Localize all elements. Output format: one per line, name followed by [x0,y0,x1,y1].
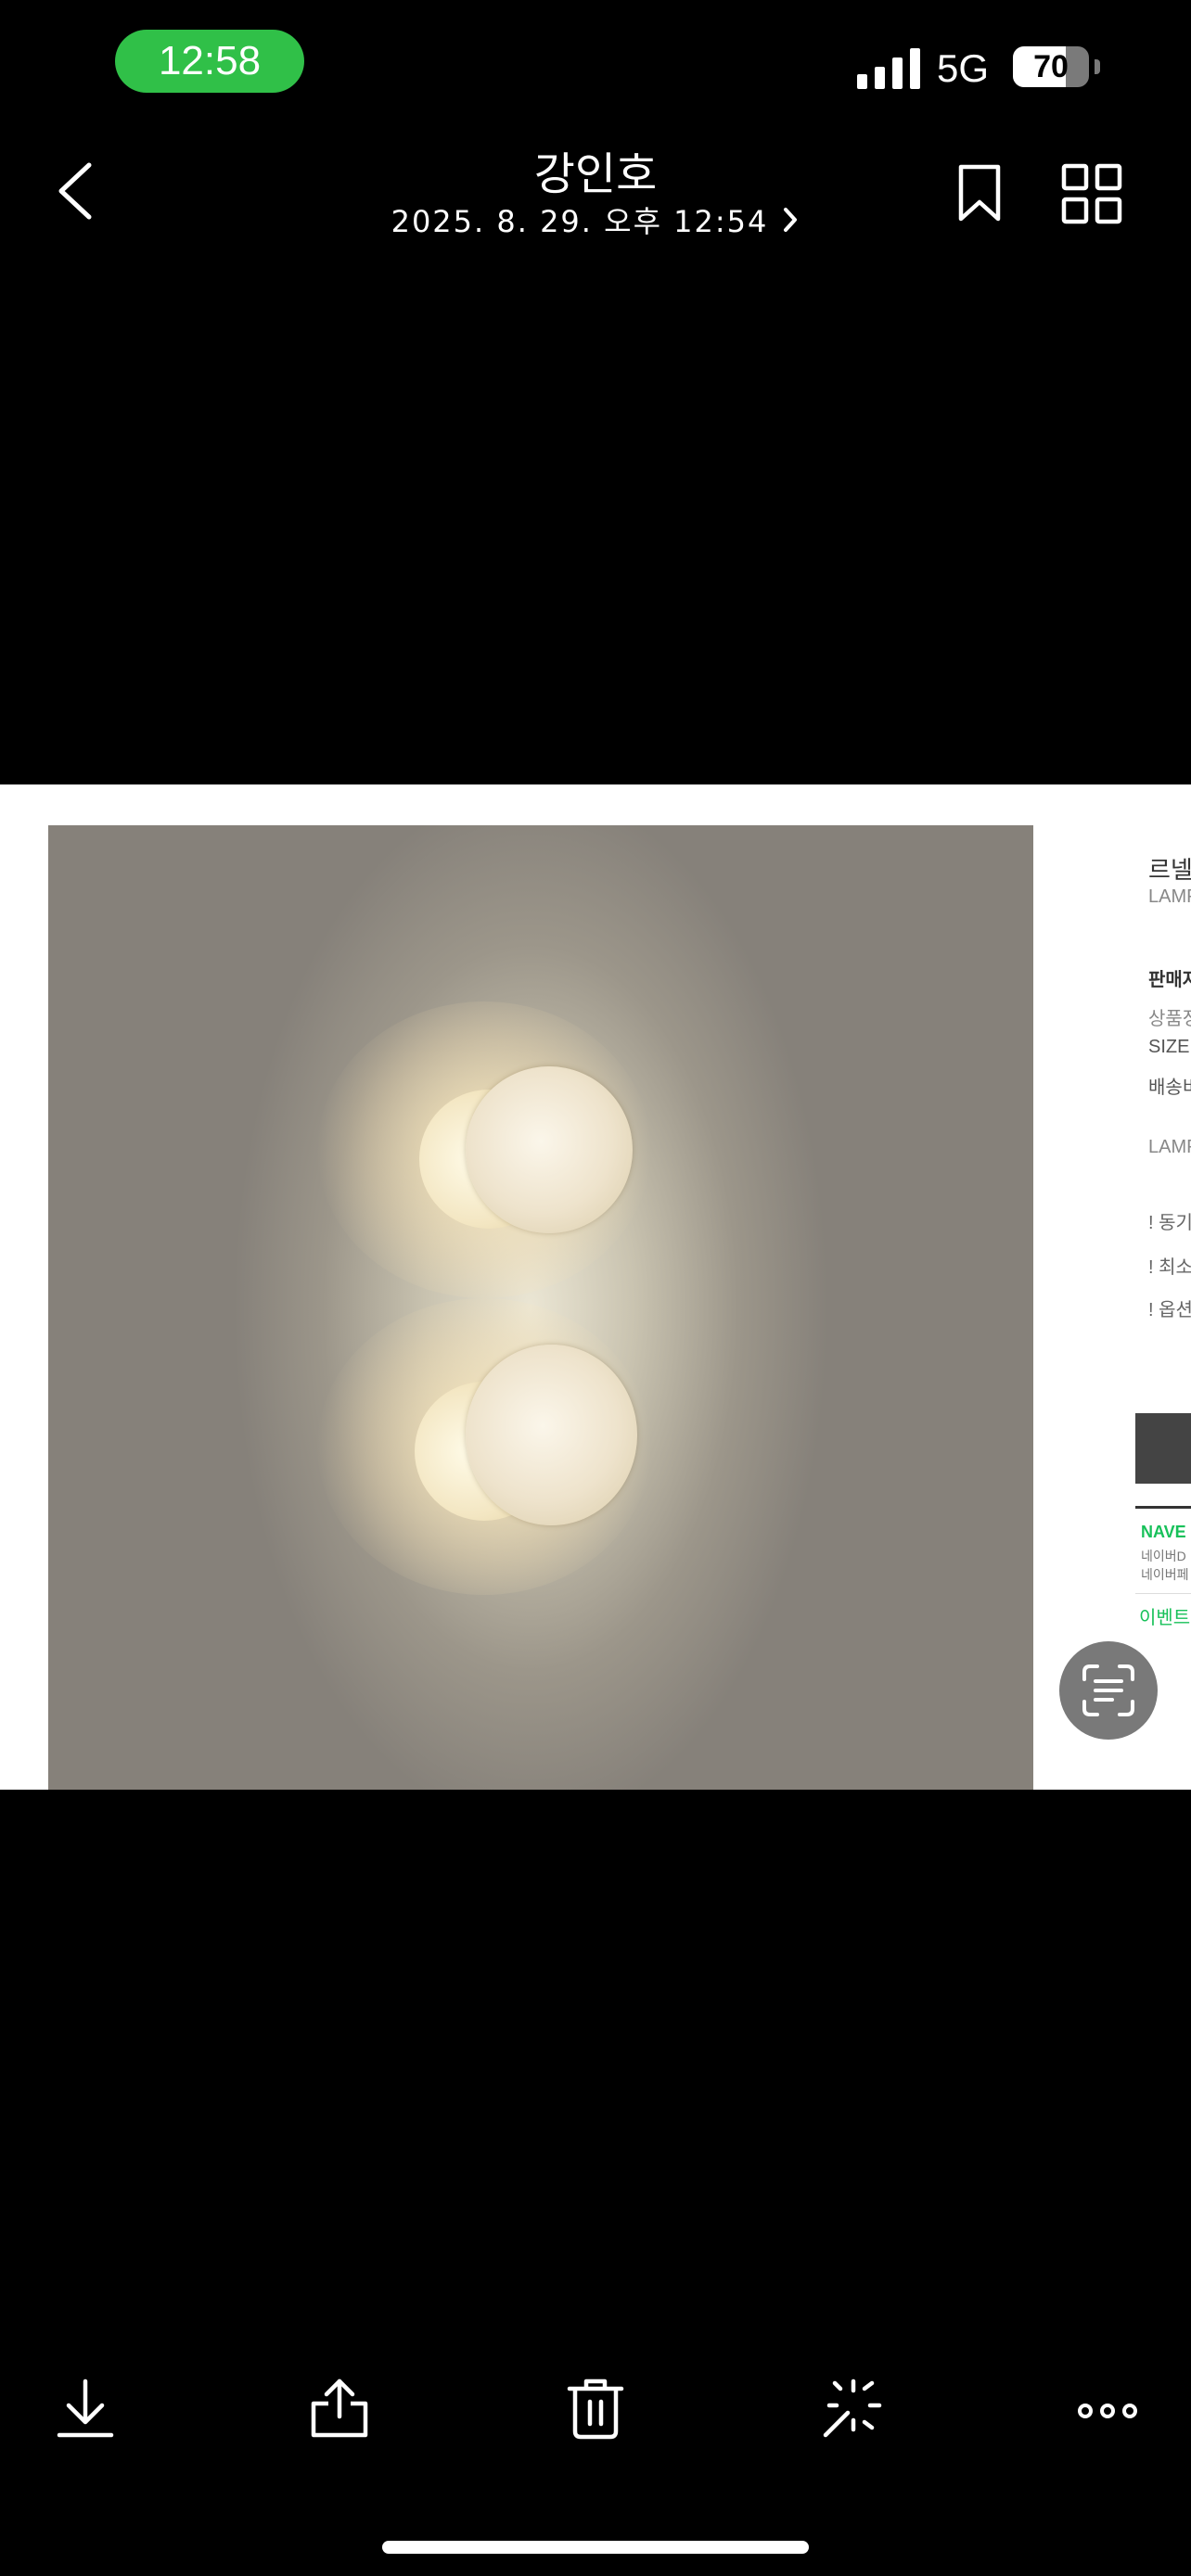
side-naver-line: 네이버D [1141,1549,1186,1563]
lamp-product-image [48,825,1033,1790]
side-product-title: 르넬 [1148,856,1191,884]
home-indicator[interactable] [382,2541,809,2554]
wall-lamp-lower [317,1298,651,1595]
grid-view-button[interactable] [1061,163,1122,224]
sender-name: 강인호 [533,148,658,200]
photo-timestamp: 2025. 8. 29. 오후 12:54 [391,204,769,239]
network-type: 5G [937,46,990,90]
side-event-label: 이벤트 [1139,1608,1191,1628]
side-row: 상품정 [1148,1009,1191,1029]
status-time: 12:58 [115,30,304,93]
side-divider [1135,1506,1191,1509]
side-lamp-label: LAMP [1148,1137,1191,1157]
status-time-text: 12:58 [158,38,262,83]
side-row: SIZE [1148,1037,1190,1057]
live-text-button[interactable] [1059,1641,1158,1740]
side-notice: ! 동기 [1148,1213,1191,1233]
side-row: 배송비 [1148,1078,1191,1098]
side-product-subtitle: LAMP [1148,886,1191,907]
wall-lamp-upper [317,1001,651,1298]
photo-info-link[interactable]: 2025. 8. 29. 오후 12:54 [0,198,1191,241]
side-seller-label: 판매자 [1148,970,1191,990]
bookmark-button[interactable] [955,163,1004,223]
side-dark-button [1135,1413,1191,1484]
cellular-signal-icon [857,48,920,89]
battery-level: 70 [1033,49,1069,84]
more-icon[interactable] [1076,2376,1139,2441]
photo-viewer[interactable]: 르넬 LAMP 판매자 상품정 SIZE 배송비 LAMP ! 동기 ! 최소 … [0,784,1191,1790]
live-text-scan-icon [1082,1664,1134,1716]
share-icon[interactable] [308,2376,371,2441]
magic-wand-icon[interactable] [820,2376,883,2441]
battery-icon: 70 [1013,46,1100,89]
chevron-right-icon [784,208,798,232]
side-notice: ! 옵션 [1148,1300,1191,1320]
side-naver-label: NAVE [1141,1523,1186,1541]
side-notice: ! 최소 [1148,1257,1191,1278]
trash-icon[interactable] [564,2376,627,2441]
side-naver-line: 네이버페 [1141,1567,1189,1582]
side-divider-thin [1135,1593,1191,1594]
download-icon[interactable] [54,2376,117,2441]
